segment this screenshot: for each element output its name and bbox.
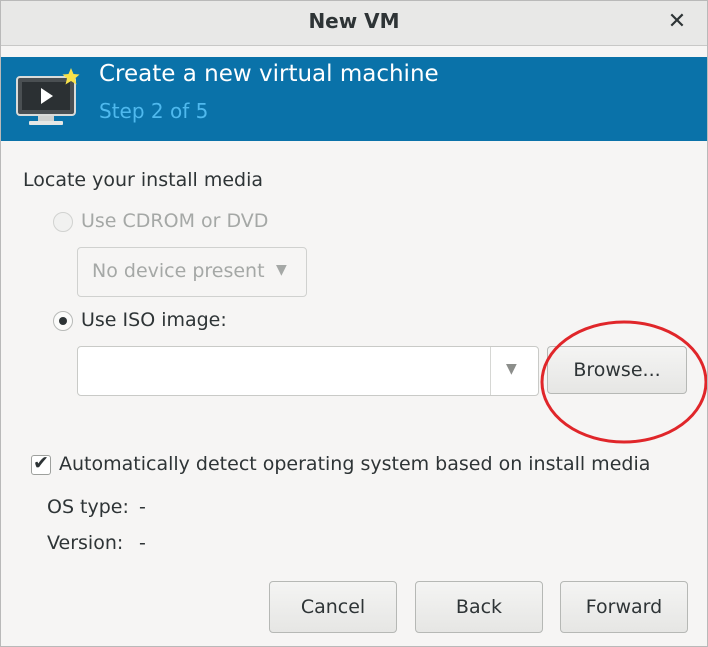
combo-divider — [490, 347, 491, 395]
radio-selected-dot — [59, 317, 67, 325]
checkmark-icon: ✔ — [33, 452, 49, 474]
os-type-value: - — [139, 496, 146, 518]
chevron-down-icon: ▼ — [276, 262, 287, 278]
autodetect-label[interactable]: Automatically detect operating system ba… — [59, 453, 650, 475]
new-vm-dialog: New VM ✕ Create a new virtual machine St… — [0, 0, 708, 647]
wizard-heading: Create a new virtual machine — [99, 61, 439, 87]
iso-path-input[interactable] — [86, 355, 480, 387]
back-button[interactable]: Back — [415, 581, 543, 633]
cdrom-radio-label: Use CDROM or DVD — [81, 210, 269, 232]
os-type-label: OS type: — [47, 496, 129, 518]
wizard-step-indicator: Step 2 of 5 — [99, 99, 209, 123]
iso-path-combo[interactable]: ▼ — [77, 346, 539, 396]
chevron-down-icon[interactable]: ▼ — [506, 361, 517, 377]
forward-button[interactable]: Forward — [560, 581, 688, 633]
close-icon[interactable]: ✕ — [665, 10, 689, 34]
version-label: Version: — [47, 532, 124, 554]
iso-radio-label[interactable]: Use ISO image: — [81, 309, 227, 331]
iso-radio[interactable] — [53, 311, 73, 331]
version-value: - — [139, 532, 146, 554]
autodetect-checkbox[interactable]: ✔ — [31, 452, 51, 475]
cdrom-device-dropdown: No device present ▼ — [77, 247, 307, 297]
cdrom-radio — [53, 212, 73, 232]
cancel-button[interactable]: Cancel — [269, 581, 397, 633]
virtual-machine-icon — [16, 68, 80, 125]
cdrom-device-value: No device present — [92, 260, 265, 282]
section-label: Locate your install media — [23, 169, 263, 191]
wizard-banner: Create a new virtual machine Step 2 of 5 — [1, 57, 707, 141]
red-annotation-circle — [540, 320, 707, 444]
title-bar: New VM ✕ — [1, 1, 707, 46]
window-title: New VM — [308, 9, 400, 33]
